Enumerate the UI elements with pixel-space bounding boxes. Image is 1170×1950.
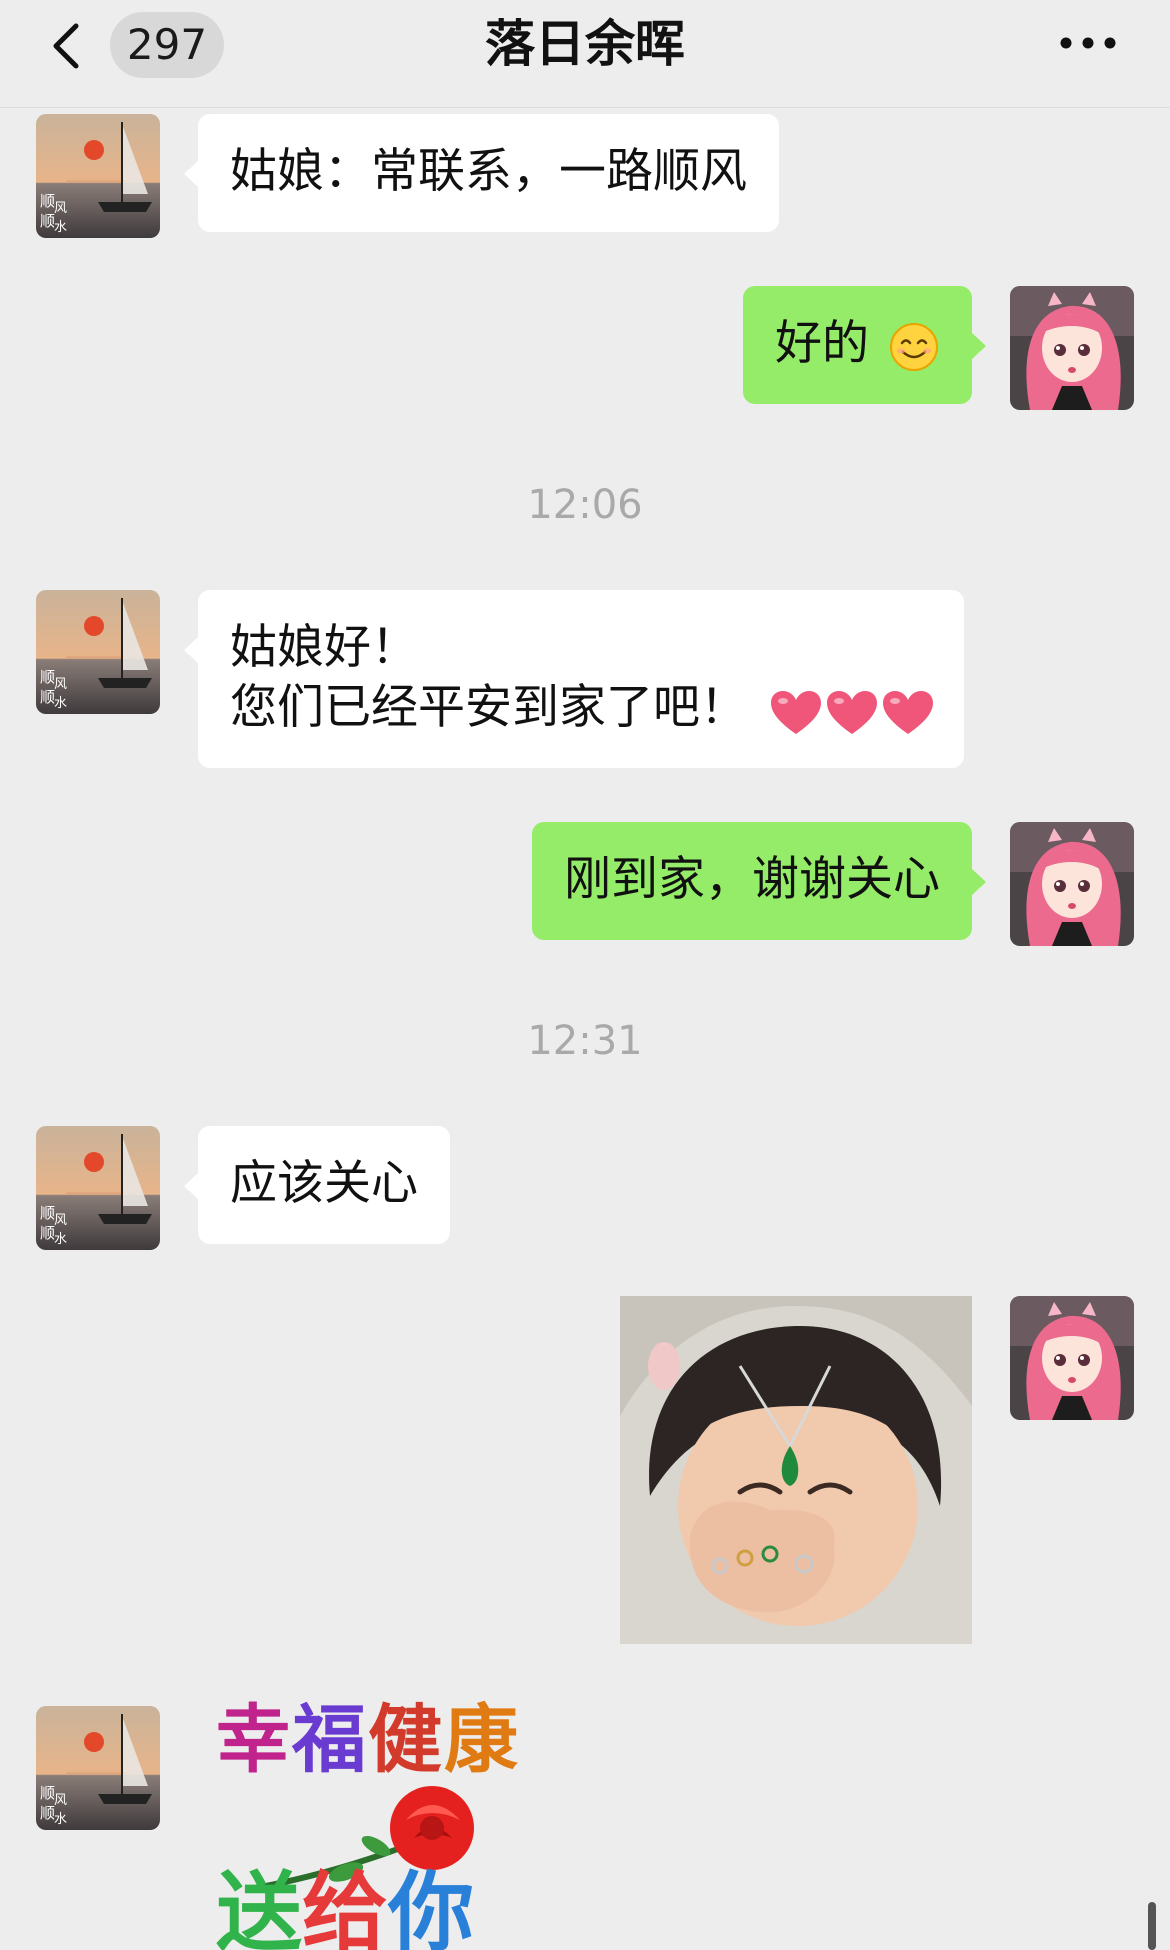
anime-girl-avatar xyxy=(1010,822,1134,946)
message-text-line2: 您们已经平安到家了吧！ xyxy=(230,680,747,735)
message-bubble-incoming[interactable]: 姑娘好！ 您们已经平安到家了吧！ xyxy=(184,590,964,768)
my-avatar[interactable] xyxy=(1010,286,1134,410)
chat-screen: 297 落日余晖 顺 风 顺 水 姑娘：常联系，一路顺风 好的 12:06 顺 … xyxy=(0,0,1170,1950)
anime-girl-avatar xyxy=(1010,286,1134,410)
sunset-sailboat-avatar: 顺 风 顺 水 xyxy=(36,1706,160,1830)
contact-avatar[interactable]: 顺 风 顺 水 xyxy=(36,1706,160,1830)
svg-text:风: 风 xyxy=(54,201,67,216)
message-bubble-incoming[interactable]: 姑娘：常联系，一路顺风 xyxy=(184,114,779,232)
scrollbar[interactable] xyxy=(1148,1902,1156,1950)
svg-text:顺: 顺 xyxy=(40,668,55,686)
message-text: 应该关心 xyxy=(230,1156,418,1211)
message-text: 好的 xyxy=(775,316,870,371)
svg-text:顺: 顺 xyxy=(40,192,55,210)
svg-text:顺: 顺 xyxy=(40,1784,55,1802)
sticker-message[interactable]: 幸福健康 送给你 xyxy=(216,1700,536,1950)
message-text: 姑娘：常联系，一路顺风 xyxy=(230,144,747,199)
sunset-sailboat-avatar: 顺 风 顺 水 xyxy=(36,590,160,714)
hearts-emoji-group xyxy=(767,681,935,741)
svg-text:水: 水 xyxy=(54,1232,67,1247)
more-dots-icon xyxy=(1060,37,1116,49)
message-bubble-outgoing[interactable]: 刚到家，谢谢关心 xyxy=(532,822,986,940)
contact-avatar[interactable]: 顺 风 顺 水 xyxy=(36,590,160,714)
svg-text:水: 水 xyxy=(54,1812,67,1827)
sticker-char: 幸 xyxy=(216,1697,292,1783)
svg-text:风: 风 xyxy=(54,1793,67,1808)
sunset-sailboat-avatar: 顺 风 顺 水 xyxy=(36,1126,160,1250)
svg-text:顺: 顺 xyxy=(40,1804,55,1822)
svg-text:水: 水 xyxy=(54,696,67,711)
svg-text:水: 水 xyxy=(54,220,67,235)
sticker-char: 给 xyxy=(302,1863,388,1950)
sunset-sailboat-avatar: 顺 风 顺 水 xyxy=(36,114,160,238)
sticker-char: 你 xyxy=(388,1863,474,1950)
my-avatar[interactable] xyxy=(1010,822,1134,946)
timestamp: 12:06 xyxy=(527,482,643,528)
anime-girl-avatar xyxy=(1010,1296,1134,1420)
timestamp: 12:31 xyxy=(527,1018,643,1064)
sticker-char: 送 xyxy=(216,1863,302,1950)
sticker-char: 福 xyxy=(292,1697,368,1783)
svg-text:顺: 顺 xyxy=(40,1204,55,1222)
message-bubble-incoming[interactable]: 应该关心 xyxy=(184,1126,450,1244)
sticker-text-line2: 送给你 xyxy=(216,1868,474,1950)
svg-text:顺: 顺 xyxy=(40,688,55,706)
chat-title: 落日余晖 xyxy=(485,15,685,73)
sticker-text-line1: 幸福健康 xyxy=(216,1700,520,1780)
image-message[interactable] xyxy=(620,1296,972,1644)
sticker-char: 健 xyxy=(368,1697,444,1783)
svg-text:顺: 顺 xyxy=(40,1224,55,1242)
message-bubble-outgoing[interactable]: 好的 xyxy=(743,286,986,404)
heart-emoji xyxy=(883,691,933,734)
svg-text:风: 风 xyxy=(54,1213,67,1228)
child-photo xyxy=(620,1296,972,1644)
chat-header: 297 落日余晖 xyxy=(0,0,1170,108)
more-button[interactable] xyxy=(1048,18,1128,68)
contact-avatar[interactable]: 顺 风 顺 水 xyxy=(36,114,160,238)
my-avatar[interactable] xyxy=(1010,1296,1134,1420)
heart-emoji xyxy=(771,691,821,734)
contact-avatar[interactable]: 顺 风 顺 水 xyxy=(36,1126,160,1250)
svg-text:风: 风 xyxy=(54,677,67,692)
sticker-char: 康 xyxy=(444,1697,520,1783)
message-text: 刚到家，谢谢关心 xyxy=(564,852,940,907)
heart-emoji xyxy=(827,691,877,734)
smile-emoji xyxy=(890,322,938,371)
message-text-line1: 姑娘好！ xyxy=(230,620,418,675)
svg-text:顺: 顺 xyxy=(40,212,55,230)
